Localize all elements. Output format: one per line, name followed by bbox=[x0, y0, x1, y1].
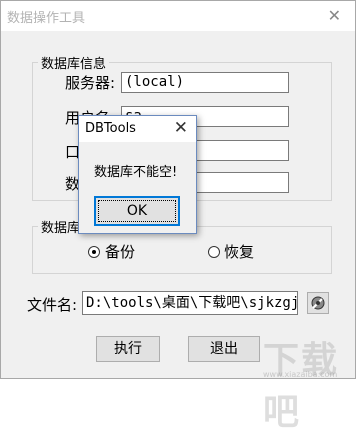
browse-button[interactable] bbox=[307, 292, 329, 314]
window-title: 数据操作工具 bbox=[7, 11, 86, 26]
focus-rect bbox=[98, 200, 176, 222]
dialog-message: 数据库不能空! bbox=[94, 165, 178, 180]
browse-tool-icon bbox=[311, 296, 325, 310]
backup-label: 备份 bbox=[105, 243, 136, 261]
message-dialog: DBTools ✕ 数据库不能空! OK bbox=[78, 115, 197, 234]
dialog-title: DBTools bbox=[85, 121, 136, 136]
dialog-close-icon[interactable]: ✕ bbox=[174, 118, 188, 138]
restore-label: 恢复 bbox=[224, 243, 255, 261]
execute-button[interactable]: 执行 bbox=[96, 336, 160, 362]
server-input[interactable]: (local) bbox=[121, 72, 289, 93]
title-bar[interactable]: 数据操作工具 ✕ bbox=[1, 1, 355, 31]
exit-button[interactable]: 退出 bbox=[188, 336, 260, 362]
watermark-logo: 下载吧 bbox=[263, 340, 340, 433]
filename-input[interactable]: D:\tools\桌面\下载吧\sjkzgj bbox=[82, 291, 298, 315]
filename-label: 文件名: bbox=[27, 296, 78, 314]
restore-radio[interactable] bbox=[208, 246, 220, 258]
db-info-legend: 数据库信息 bbox=[41, 57, 107, 72]
server-label: 服务器: bbox=[65, 74, 116, 92]
watermark-url: www.xiazaiba.com bbox=[263, 370, 338, 379]
window-close-icon[interactable]: ✕ bbox=[328, 6, 341, 25]
dialog-title-bar[interactable]: DBTools ✕ bbox=[79, 116, 196, 142]
dialog-ok-button[interactable]: OK bbox=[94, 196, 180, 226]
backup-radio[interactable] bbox=[88, 246, 100, 258]
